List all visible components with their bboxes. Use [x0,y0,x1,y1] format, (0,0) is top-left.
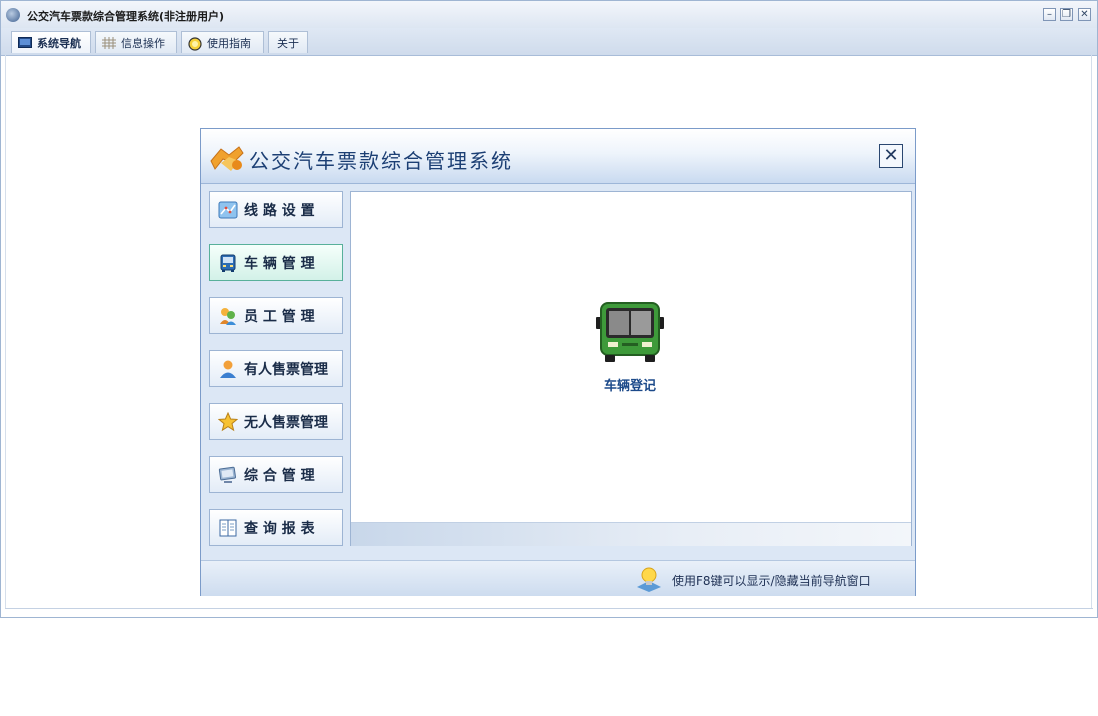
bus-icon [596,302,664,362]
dialog-header: 公交汽车票款综合管理系统 ✕ [201,129,915,184]
main-area-border-left [5,55,6,609]
restore-button[interactable]: ❐ [1060,8,1073,21]
nav-general-management-button[interactable]: 综 合 管 理 [209,456,343,493]
nav-label: 车 辆 管 理 [244,255,315,272]
content-panel: 车辆登记 [350,191,912,546]
title-bar: 公交汽车票款综合管理系统(非注册用户) – ❐ ✕ [1,1,1097,29]
nav-label: 员 工 管 理 [244,308,315,325]
grid-icon [102,36,116,49]
minimize-button[interactable]: – [1043,8,1056,21]
close-window-button[interactable]: ✕ [1078,8,1091,21]
vehicle-registration-label: 车辆登记 [603,379,656,394]
tab-strip: 系统导航 信息操作 使用指南 关于 [1,28,1097,56]
tab-system-navigation[interactable]: 系统导航 [11,31,91,53]
tab-information-operation[interactable]: 信息操作 [95,31,177,53]
dialog-title: 公交汽车票款综合管理系统 [249,149,513,173]
nav-conductor-ticketing-button[interactable]: 有人售票管理 [209,350,343,387]
vehicle-registration-item[interactable]: 车辆登记 [571,297,689,397]
main-area-border-right [1091,55,1092,609]
status-tip-text: 使用F8键可以显示/隐藏当前导航窗口 [672,574,871,588]
nav-label: 线 路 设 置 [244,202,315,219]
nav-label: 无人售票管理 [244,414,328,431]
tab-label: 系统导航 [37,36,81,50]
monitor-icon [218,466,236,483]
nav-vehicle-management-button[interactable]: 车 辆 管 理 [209,244,343,281]
tab-user-guide[interactable]: 使用指南 [181,31,264,53]
star-icon [218,411,238,431]
route-map-icon [218,201,238,218]
lightbulb-tip-icon [637,567,661,592]
report-icon [219,519,237,536]
navigation-icon [18,36,32,49]
tab-label: 信息操作 [121,36,165,50]
conductor-icon [220,360,236,378]
tab-label: 关于 [277,36,299,50]
guide-icon [188,36,202,51]
system-logo-icon [210,146,244,171]
content-footer-bar [351,522,911,546]
nav-route-settings-button[interactable]: 线 路 设 置 [209,191,343,228]
dialog-status-bar: 使用F8键可以显示/隐藏当前导航窗口 [201,560,915,596]
dialog-close-button[interactable]: ✕ [879,144,903,168]
main-area-border-bottom [5,608,1093,617]
window-title: 公交汽车票款综合管理系统(非注册用户) [27,10,225,23]
navigation-dialog: 公交汽车票款综合管理系统 ✕ 线 路 设 置 车 辆 管 理 员 工 管 理 有… [200,128,916,596]
nav-label: 综 合 管 理 [244,467,315,484]
tab-label: 使用指南 [207,36,251,50]
bus-icon [220,254,236,272]
app-logo-icon [6,8,20,22]
tab-about[interactable]: 关于 [268,31,308,53]
nav-label: 有人售票管理 [244,361,328,378]
nav-staff-management-button[interactable]: 员 工 管 理 [209,297,343,334]
nav-unmanned-ticketing-button[interactable]: 无人售票管理 [209,403,343,440]
nav-label: 查 询 报 表 [244,520,315,537]
staff-icon [220,307,236,325]
nav-query-reports-button[interactable]: 查 询 报 表 [209,509,343,546]
